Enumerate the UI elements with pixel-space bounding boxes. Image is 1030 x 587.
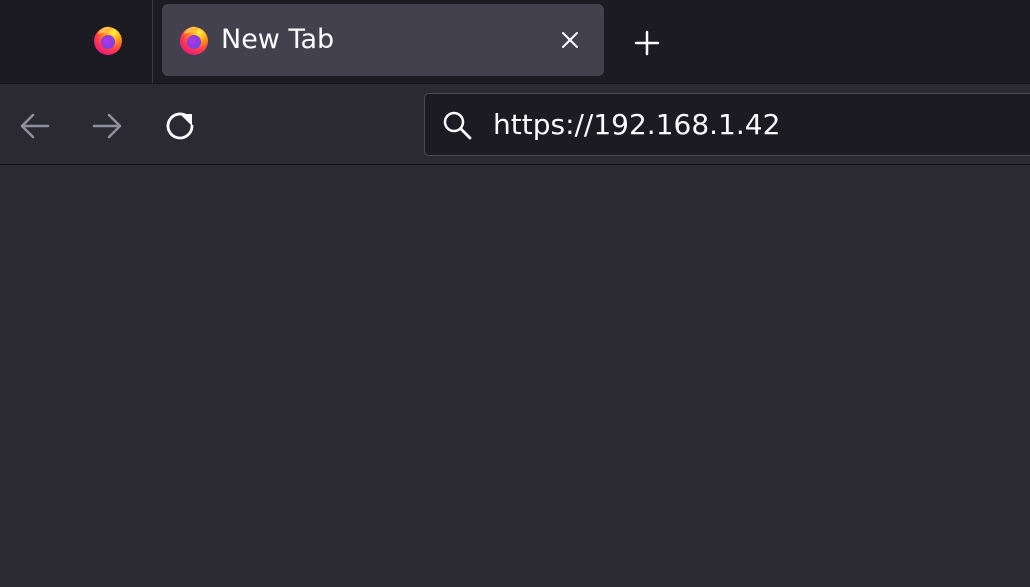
tab-new-tab[interactable]: New Tab (162, 4, 604, 76)
close-icon[interactable] (558, 28, 582, 52)
url-input[interactable]: https://192.168.1.42 (493, 108, 780, 142)
tab-bar: New Tab (0, 0, 1030, 83)
reload-icon (166, 112, 194, 140)
new-tab-button[interactable] (628, 24, 666, 62)
pinned-tab[interactable] (0, 0, 153, 83)
tab-title: New Tab (221, 24, 335, 55)
address-bar[interactable]: https://192.168.1.42 (424, 93, 1030, 156)
firefox-logo-icon (178, 24, 210, 60)
arrow-left-icon (20, 113, 50, 139)
reload-button[interactable] (160, 105, 200, 145)
firefox-logo-icon (92, 24, 124, 60)
back-button[interactable] (16, 105, 56, 145)
search-icon (441, 109, 473, 141)
plus-icon (634, 30, 660, 56)
forward-button[interactable] (88, 105, 128, 145)
navigation-toolbar: https://192.168.1.42 (0, 83, 1030, 165)
page-content (0, 165, 1030, 587)
arrow-right-icon (92, 113, 122, 139)
